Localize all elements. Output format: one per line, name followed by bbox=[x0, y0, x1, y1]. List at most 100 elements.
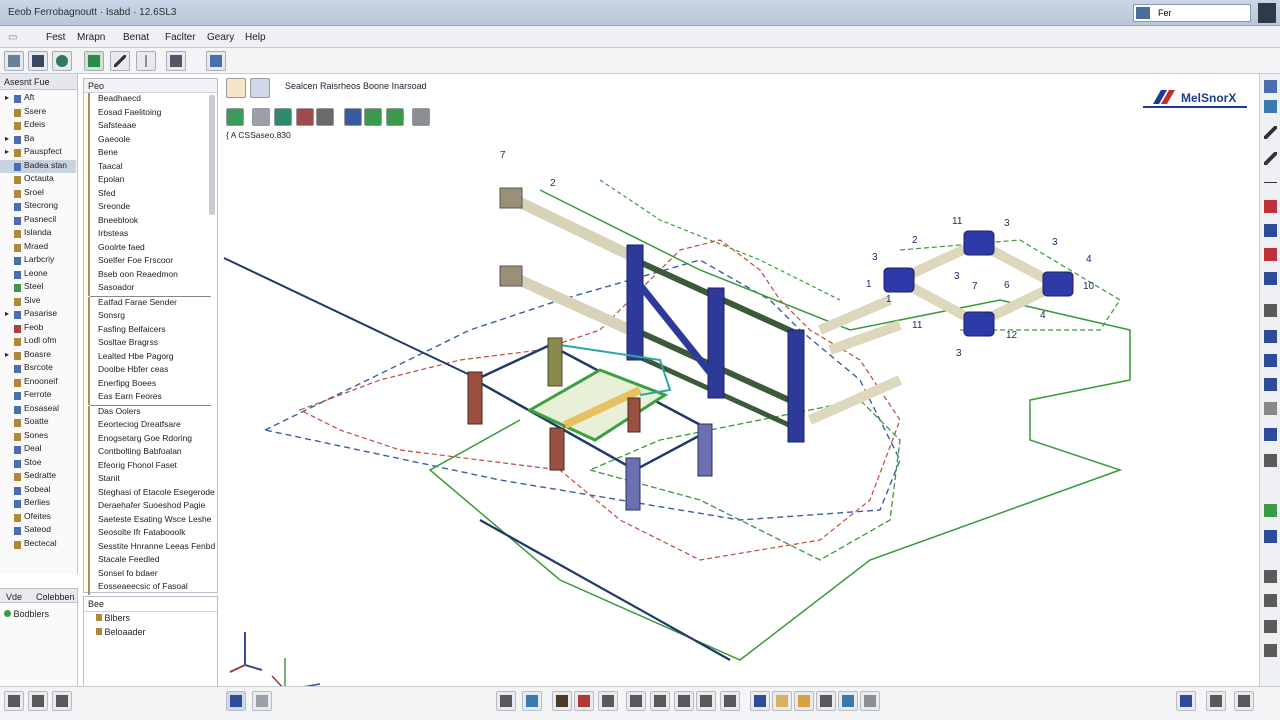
menu-item-faclter[interactable]: Faclter bbox=[165, 32, 196, 43]
tree-item[interactable]: Islanda bbox=[0, 227, 76, 241]
refresh-button[interactable] bbox=[522, 691, 542, 711]
feature-item[interactable]: Fasfing Belfaicers bbox=[88, 323, 217, 337]
tree-item[interactable]: Ofeites bbox=[0, 511, 76, 525]
camera-button[interactable] bbox=[838, 691, 858, 711]
expand-toggle-icon[interactable]: ▸ bbox=[5, 309, 9, 318]
feature-item[interactable]: Efeorig Fhonol Faset bbox=[88, 459, 217, 473]
tab-vde[interactable]: Vde bbox=[6, 592, 22, 602]
list-item[interactable]: Bodblers bbox=[4, 609, 49, 619]
filter-icon[interactable] bbox=[1264, 594, 1277, 607]
settings-icon[interactable] bbox=[1264, 570, 1277, 583]
menu-item-mrapn[interactable]: Mrapn bbox=[77, 32, 105, 43]
feature-item[interactable]: Stanit bbox=[88, 473, 217, 487]
view-tool-1[interactable] bbox=[226, 108, 244, 126]
feature-item[interactable]: Bseb oon Reaedmon bbox=[88, 268, 217, 282]
tree-item[interactable]: ▸ Boasre bbox=[0, 349, 76, 363]
tree-item[interactable]: Stoe bbox=[0, 457, 76, 471]
tree-item[interactable]: ▸ Ba bbox=[0, 133, 76, 147]
lock-button[interactable] bbox=[720, 691, 740, 711]
plus-icon[interactable] bbox=[1264, 402, 1277, 415]
pen-tool-button[interactable] bbox=[110, 51, 130, 71]
layer-button[interactable] bbox=[626, 691, 646, 711]
expand-toggle-icon[interactable]: ▸ bbox=[5, 147, 9, 156]
menu-item-help[interactable]: Help bbox=[245, 32, 266, 43]
expand-toggle-icon[interactable]: ▸ bbox=[5, 134, 9, 143]
flag-icon[interactable] bbox=[1264, 248, 1277, 261]
expand-toggle-icon[interactable]: ▸ bbox=[5, 93, 9, 102]
material-button[interactable] bbox=[794, 691, 814, 711]
feature-item[interactable]: Epolan bbox=[88, 174, 217, 188]
node-icon[interactable] bbox=[1264, 224, 1277, 237]
tree-item[interactable]: Mraed bbox=[0, 241, 76, 255]
tree-item[interactable]: Steel bbox=[0, 281, 76, 295]
feature-item[interactable]: Sonsrg bbox=[88, 310, 217, 324]
feature-item[interactable]: Eatfad Farae Sender bbox=[88, 296, 217, 310]
sketch-button[interactable] bbox=[1176, 691, 1196, 711]
tool-icon[interactable] bbox=[1264, 330, 1277, 343]
view-tool-7[interactable] bbox=[364, 108, 382, 126]
green-tool-icon[interactable] bbox=[1264, 504, 1277, 517]
export-button[interactable] bbox=[52, 691, 72, 711]
fit-icon[interactable] bbox=[1264, 428, 1277, 441]
pen-icon[interactable] bbox=[1264, 152, 1277, 165]
zoom-icon[interactable] bbox=[1264, 354, 1277, 367]
layers-button[interactable] bbox=[206, 51, 226, 71]
copy-button[interactable] bbox=[598, 691, 618, 711]
save-button[interactable] bbox=[28, 51, 48, 71]
tree-item[interactable]: Sive bbox=[0, 295, 76, 309]
tree-item[interactable]: Stecrong bbox=[0, 200, 76, 214]
home-view-button[interactable] bbox=[226, 691, 246, 711]
tree-item[interactable]: Sateod bbox=[0, 524, 76, 538]
feature-item[interactable]: Eosad Faelitoing bbox=[88, 106, 217, 120]
feature-item[interactable]: Steghasi of Etacole Esegerode bbox=[88, 486, 217, 500]
render-button[interactable] bbox=[816, 691, 836, 711]
view-tool-6[interactable] bbox=[344, 108, 362, 126]
search-box[interactable] bbox=[1133, 4, 1251, 22]
feature-item[interactable]: Gaeoole bbox=[88, 133, 217, 147]
feature-item[interactable]: Soelfer Foe Frscoor bbox=[88, 255, 217, 269]
measure-tool-button[interactable] bbox=[166, 51, 186, 71]
tree-item[interactable]: Sedratte bbox=[0, 470, 76, 484]
tree-item[interactable]: Bectecal bbox=[0, 538, 76, 552]
tree-item[interactable]: ▸ Aft bbox=[0, 92, 76, 106]
feature-item[interactable]: Eas Earn Feores bbox=[88, 391, 217, 405]
feature-item[interactable]: Beadhaecd bbox=[88, 93, 217, 107]
shield-button[interactable] bbox=[750, 691, 770, 711]
measure-icon[interactable] bbox=[1264, 454, 1277, 467]
grid-icon[interactable] bbox=[1264, 272, 1277, 285]
export-view-button[interactable] bbox=[860, 691, 880, 711]
cad-drawing[interactable]: 7 2 11 3 3 2 3 1 4 10 3 7 6 12 4 1 11 3 bbox=[222, 74, 1258, 686]
tree-item[interactable]: Sroel bbox=[0, 187, 76, 201]
feature-item[interactable]: Seosolte Ifr Fatabooolk bbox=[88, 527, 217, 541]
feature-item[interactable]: Eeorteciog Dreatfsare bbox=[88, 419, 217, 433]
tab-colebben[interactable]: Colebben bbox=[36, 592, 75, 602]
tree-item[interactable]: Eosaseal bbox=[0, 403, 76, 417]
tree-item[interactable]: Sones bbox=[0, 430, 76, 444]
undo-button[interactable] bbox=[4, 51, 24, 71]
view-tool-4[interactable] bbox=[296, 108, 314, 126]
tree-item[interactable]: Edeis bbox=[0, 119, 76, 133]
tree-item[interactable]: Bsrcote bbox=[0, 362, 76, 376]
view-button[interactable] bbox=[84, 51, 104, 71]
options-button[interactable] bbox=[1234, 691, 1254, 711]
cad-viewport[interactable]: 7 2 11 3 3 2 3 1 4 10 3 7 6 12 4 1 11 3 bbox=[222, 74, 1258, 686]
tree-item[interactable]: Feob bbox=[0, 322, 76, 336]
pin-button[interactable] bbox=[650, 691, 670, 711]
help-icon[interactable] bbox=[1264, 80, 1277, 93]
search-input[interactable] bbox=[1158, 7, 1246, 19]
rotate-button[interactable] bbox=[496, 691, 516, 711]
minus-icon[interactable] bbox=[1264, 176, 1277, 189]
feature-item[interactable]: Bene bbox=[88, 147, 217, 161]
tree-item[interactable]: Enooneif bbox=[0, 376, 76, 390]
tree-item[interactable]: Octauta bbox=[0, 173, 76, 187]
view-tool-3[interactable] bbox=[274, 108, 292, 126]
fill-icon[interactable] bbox=[1264, 200, 1277, 213]
dimension-button[interactable] bbox=[674, 691, 694, 711]
status-button[interactable] bbox=[4, 691, 24, 711]
feature-item[interactable]: Doolbe Hbfer ceas bbox=[88, 364, 217, 378]
tree-item[interactable]: ▸ Pasarise bbox=[0, 308, 76, 322]
feature-item[interactable]: Deraehafer Suoeshod Pagie bbox=[88, 500, 217, 514]
menu-item-fest[interactable]: Fest bbox=[46, 32, 65, 43]
layer-icon[interactable] bbox=[1264, 304, 1277, 317]
tree-item[interactable]: Sobeal bbox=[0, 484, 76, 498]
